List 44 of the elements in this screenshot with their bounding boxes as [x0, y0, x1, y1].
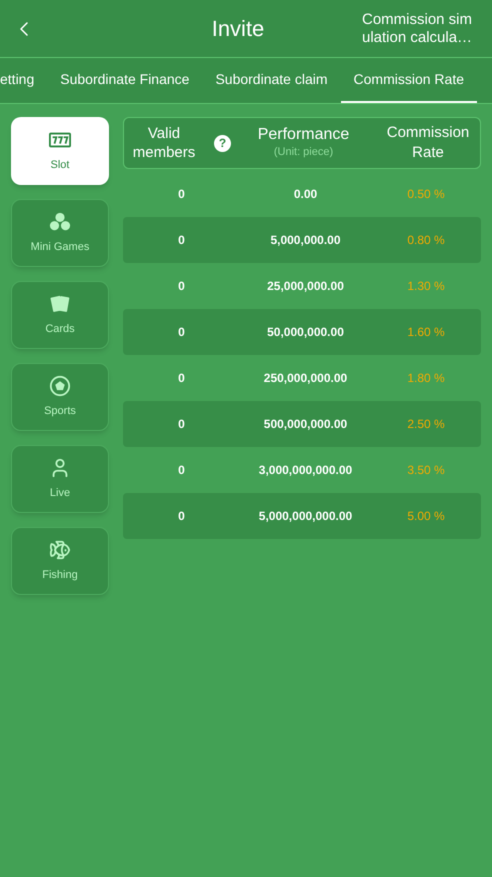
column-header: Performance [258, 125, 350, 144]
table-cell-text: 0 [177, 232, 186, 249]
table-cell-text: 0 [177, 416, 186, 433]
category-tab[interactable]: Slot [11, 117, 109, 185]
fish-icon [49, 538, 71, 561]
table-cell-text: 5,000,000,000.00 [258, 508, 354, 525]
page-title: Invite [210, 15, 266, 43]
table-cell-text: 250,000,000.00 [262, 370, 348, 387]
table-cell-text: 0 [177, 462, 186, 479]
table-cell-text: 0.80 % [406, 232, 446, 249]
tab[interactable]: etting [0, 58, 48, 103]
table-cell-text: 0 [177, 278, 186, 295]
table-cell-text: 3,000,000,000.00 [258, 462, 354, 479]
table-cell-text: 1.80 % [406, 370, 446, 387]
table-cell-text: 1.60 % [406, 324, 446, 341]
table-cell-text: 500,000,000.00 [262, 416, 348, 433]
tab[interactable]: Subordinate claim [202, 58, 341, 103]
table-cell-text: 0 [177, 370, 186, 387]
table-cell-text: 0 [177, 508, 186, 525]
category-tab[interactable]: Cards [11, 281, 109, 349]
calculator-link[interactable]: Commission sim ulation calcula… [362, 10, 480, 46]
table-cell-text: 1.30 % [406, 278, 446, 295]
category-tab[interactable]: Sports [11, 363, 109, 431]
category-tab[interactable]: Live [11, 445, 109, 513]
column-header: Commission Rate [386, 123, 470, 163]
table-cell-text: 50,000,000.00 [266, 324, 345, 341]
table-cell-text: 0 [177, 324, 186, 341]
table-cell-text: 2.50 % [406, 416, 446, 433]
help-icon[interactable]: ? [214, 134, 231, 152]
table-cell-text: 5,000,000.00 [269, 232, 342, 249]
table-cell-text: 0.00 [292, 186, 318, 203]
category-tab[interactable]: Fishing [11, 527, 109, 595]
table-cell-text: 0 [177, 186, 186, 203]
soccer-ball-icon [49, 374, 71, 397]
column-header: Valid members [132, 124, 196, 162]
table-cell-text: 3.50 % [406, 462, 446, 479]
table-cell-text: 0.50 % [406, 186, 446, 203]
tab[interactable]: Subordinate Finance [47, 58, 202, 103]
table-cell-text: 25,000,000.00 [266, 278, 345, 295]
table-cell-text: 5.00 % [406, 508, 446, 525]
balls-icon [49, 210, 71, 233]
category-tab[interactable]: Mini Games [11, 199, 109, 267]
unit-note: (Unit: piece) [274, 145, 334, 160]
tab[interactable]: Commission Rate [340, 58, 477, 103]
